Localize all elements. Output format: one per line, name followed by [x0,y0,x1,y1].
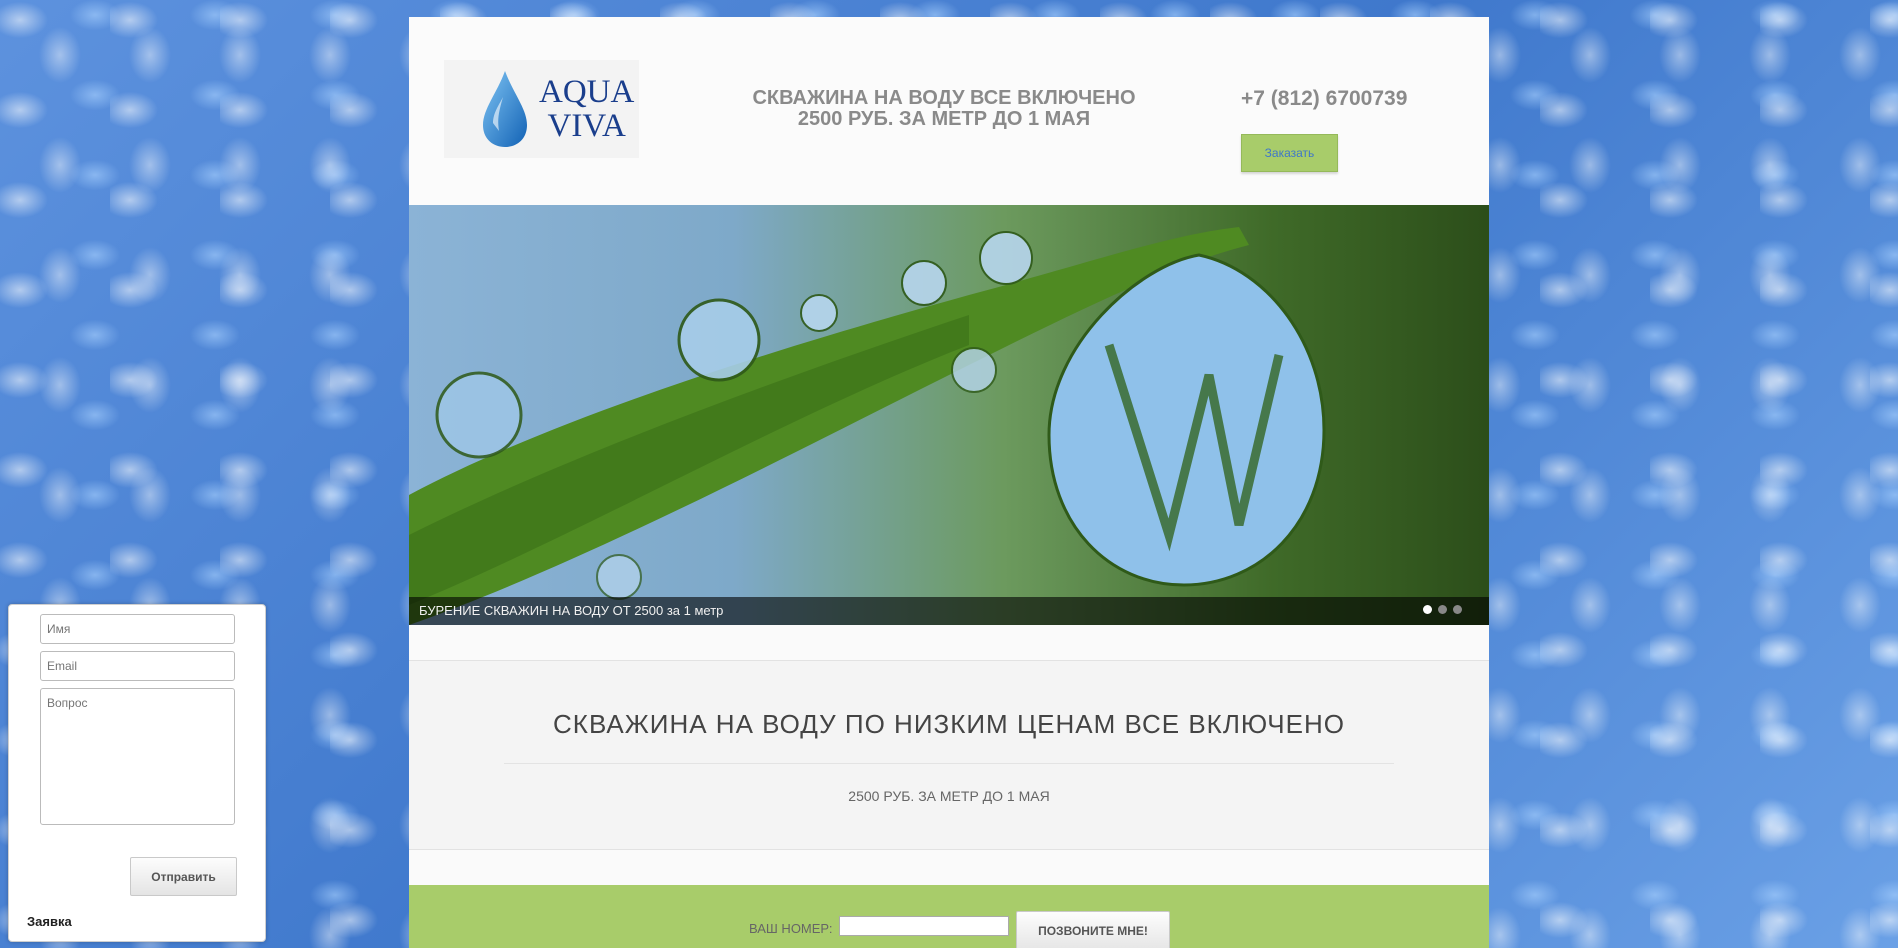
header-headline: СКВАЖИНА НА ВОДУ ВСЕ ВКЛЮЧЕНО 2500 РУБ. … [719,88,1169,130]
slider-dot-3[interactable] [1453,605,1462,614]
phone-input[interactable] [839,916,1009,936]
name-field[interactable] [40,614,235,644]
widget-title[interactable]: Заявка [27,914,72,929]
water-drop-icon [483,71,527,147]
headline-line-1: СКВАЖИНА НА ВОДУ ВСЕ ВКЛЮЧЕНО [752,87,1136,109]
email-field[interactable] [40,651,235,681]
logo[interactable]: AQUA VIVA [444,60,639,158]
slider-caption-bar: БУРЕНИЕ СКВАЖИН НА ВОДУ ОТ 2500 за 1 мет… [409,597,1489,625]
order-button[interactable]: Заказать [1241,134,1338,172]
slider-dot-1[interactable] [1423,605,1432,614]
logo-text-aqua: AQUA [539,74,635,110]
promo-divider [504,763,1394,764]
slider-dots [1423,605,1462,614]
slider-caption: БУРЕНИЕ СКВАЖИН НА ВОДУ ОТ 2500 за 1 мет… [419,603,724,618]
site-header: AQUA VIVA СКВАЖИНА НА ВОДУ ВСЕ ВКЛЮЧЕНО … [409,17,1489,205]
callback-bar: ВАШ НОМЕР: ПОЗВОНИТЕ МНЕ! [409,885,1489,948]
main-page: AQUA VIVA СКВАЖИНА НА ВОДУ ВСЕ ВКЛЮЧЕНО … [409,17,1489,948]
logo-text-viva: VIVA [547,108,626,144]
phone-input-label: ВАШ НОМЕР: [749,921,833,936]
phone-number[interactable]: +7 (812) 6700739 [1241,87,1407,111]
promo-heading: СКВАЖИНА НА ВОДУ ПО НИЗКИМ ЦЕНАМ ВСЕ ВКЛ… [553,709,1345,739]
send-button[interactable]: Отправить [130,857,237,896]
request-widget: Отправить Заявка [8,604,266,942]
call-me-button[interactable]: ПОЗВОНИТЕ МНЕ! [1016,911,1170,948]
logo-text: AQUA VIVA [539,75,634,143]
question-field[interactable] [40,688,235,825]
image-slider[interactable]: БУРЕНИЕ СКВАЖИН НА ВОДУ ОТ 2500 за 1 мет… [409,205,1489,625]
promo-subheading: 2500 РУБ. ЗА МЕТР ДО 1 МАЯ [848,788,1050,804]
promo-section: СКВАЖИНА НА ВОДУ ПО НИЗКИМ ЦЕНАМ ВСЕ ВКЛ… [409,660,1489,850]
headline-line-2: 2500 РУБ. ЗА МЕТР ДО 1 МАЯ [797,108,1091,130]
dewdrop-photo [409,227,1326,625]
slider-dot-2[interactable] [1438,605,1447,614]
